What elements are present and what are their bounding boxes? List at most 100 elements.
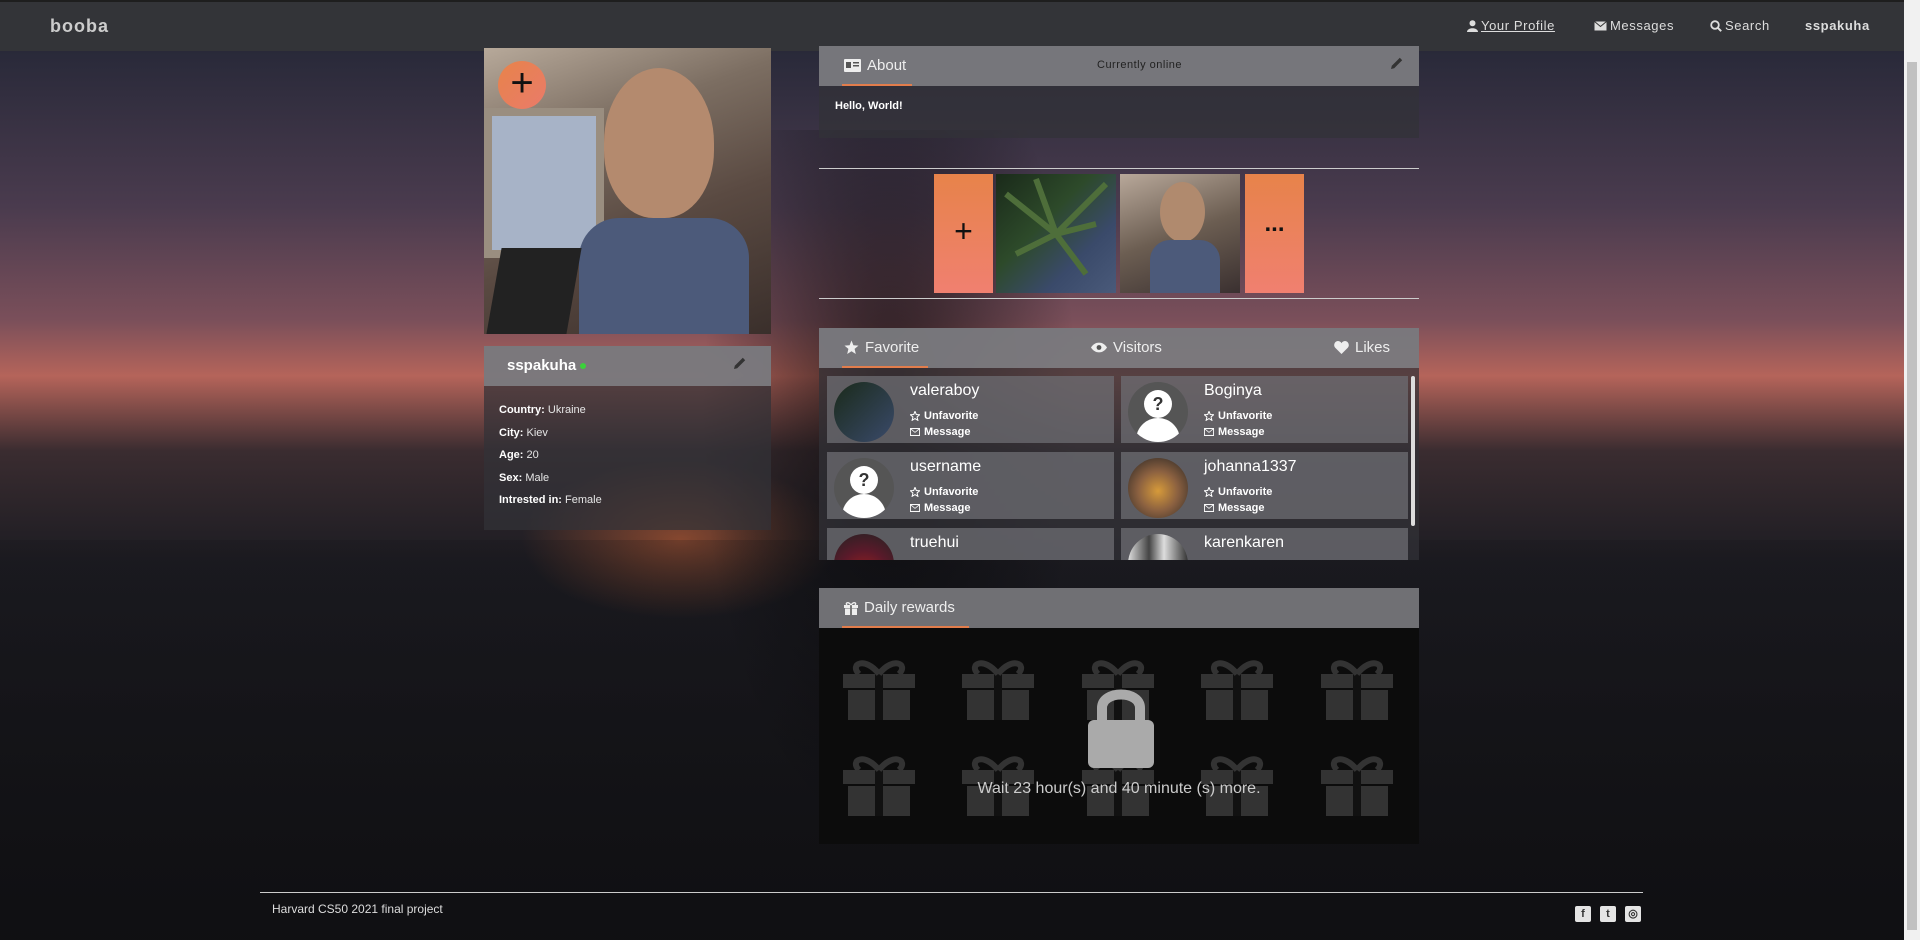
gift-icon xyxy=(1201,656,1273,720)
photo-face xyxy=(604,68,714,218)
lock-icon xyxy=(1086,684,1156,768)
envelope-icon xyxy=(1594,20,1607,30)
tab-likes[interactable]: Likes xyxy=(1334,339,1390,356)
profile-info-header: sspakuha xyxy=(484,346,771,386)
nav-search[interactable]: Search xyxy=(1710,18,1770,33)
about-tab-underline xyxy=(842,84,912,86)
favorite-tab-underline xyxy=(842,366,928,368)
page-scrollbar-thumb[interactable] xyxy=(1907,62,1917,930)
unfavorite-button[interactable]: Unfavorite xyxy=(1204,486,1272,498)
age-row: Age: 20 xyxy=(499,444,602,467)
star-outline-icon xyxy=(910,411,920,421)
search-icon xyxy=(1710,19,1722,32)
online-status: Currently online xyxy=(1097,59,1183,71)
avatar[interactable] xyxy=(834,382,894,442)
sex-label: Sex: xyxy=(499,471,523,484)
footer-text: Harvard CS50 2021 final project xyxy=(272,902,443,916)
list-item[interactable]: ? Boginya Unfavorite Message xyxy=(1121,376,1408,443)
avatar[interactable]: ? xyxy=(834,458,894,518)
gift-icon xyxy=(962,656,1034,720)
tab-visitors-label: Visitors xyxy=(1113,339,1162,356)
tab-visitors[interactable]: Visitors xyxy=(1091,339,1162,356)
list-item[interactable]: johanna1337 Unfavorite Message xyxy=(1121,452,1408,519)
edit-about-button[interactable] xyxy=(1390,56,1404,73)
list-item[interactable]: truehui xyxy=(827,528,1114,560)
envelope-icon xyxy=(1204,428,1214,436)
user-name[interactable]: truehui xyxy=(910,534,959,552)
gallery-more-button[interactable]: ... xyxy=(1245,174,1304,293)
list-item[interactable]: ? username Unfavorite Message xyxy=(827,452,1114,519)
favorites-card: Favorite Visitors Likes valeraboy Unfavo… xyxy=(819,328,1419,560)
profile-name-text: sspakuha xyxy=(507,357,577,374)
brand-logo[interactable]: booba xyxy=(50,16,109,37)
interest-label: Intrested in: xyxy=(499,494,562,506)
envelope-icon xyxy=(910,428,920,436)
message-label: Message xyxy=(924,426,971,438)
age-label: Age: xyxy=(499,449,524,461)
message-label: Message xyxy=(1218,426,1265,438)
message-label: Message xyxy=(924,502,971,514)
country-value: Ukraine xyxy=(547,404,586,416)
add-gallery-photo-button[interactable]: + xyxy=(934,174,993,293)
list-item[interactable]: karenkaren xyxy=(1121,528,1408,560)
tab-favorite[interactable]: Favorite xyxy=(844,339,919,356)
star-outline-icon xyxy=(1204,487,1214,497)
gallery-photo[interactable] xyxy=(1120,174,1240,293)
avatar[interactable] xyxy=(834,534,894,560)
gallery-divider-top xyxy=(819,168,1419,169)
gallery-face xyxy=(1160,182,1205,242)
message-button[interactable]: Message xyxy=(910,502,970,514)
edit-profile-button[interactable] xyxy=(733,356,747,373)
tab-about[interactable]: About xyxy=(844,57,906,74)
favorites-scrollbar[interactable] xyxy=(1411,376,1415,526)
nav-messages[interactable]: Messages xyxy=(1594,18,1674,33)
nav-your-profile[interactable]: Your Profile xyxy=(1467,18,1555,33)
user-name[interactable]: Boginya xyxy=(1204,382,1262,400)
user-name[interactable]: username xyxy=(910,458,981,476)
about-text: Hello, World! xyxy=(835,100,903,112)
message-button[interactable]: Message xyxy=(1204,502,1264,514)
tab-daily-rewards[interactable]: Daily rewards xyxy=(844,599,955,616)
page-scrollbar[interactable] xyxy=(1904,0,1920,940)
footer-divider xyxy=(260,892,1643,893)
interest-row: Intrested in: Female xyxy=(499,489,602,512)
profile-details: Country: Ukraine City: Kiev Age: 20 Sex:… xyxy=(499,399,602,512)
envelope-icon xyxy=(1204,504,1214,512)
unfavorite-button[interactable]: Unfavorite xyxy=(910,486,978,498)
unfavorite-label: Unfavorite xyxy=(1218,486,1273,498)
pencil-icon xyxy=(1391,57,1403,69)
message-button[interactable]: Message xyxy=(910,426,970,438)
profile-photo[interactable]: + xyxy=(484,48,771,334)
unfavorite-button[interactable]: Unfavorite xyxy=(1204,410,1272,422)
avatar[interactable] xyxy=(1128,458,1188,518)
message-button[interactable]: Message xyxy=(1204,426,1264,438)
star-icon xyxy=(844,340,859,354)
avatar[interactable]: ? xyxy=(1128,382,1188,442)
eye-icon xyxy=(1091,342,1107,353)
list-item[interactable]: valeraboy Unfavorite Message xyxy=(827,376,1114,443)
envelope-icon xyxy=(910,504,920,512)
user-name[interactable]: johanna1337 xyxy=(1204,458,1297,476)
daily-rewards-card: Daily rewards Wait 23 hour(s) and 40 min… xyxy=(819,588,1419,844)
gift-icon xyxy=(844,601,858,615)
photo-gun xyxy=(486,248,582,334)
age-value: 20 xyxy=(526,449,539,461)
gift-icon xyxy=(1321,656,1393,720)
about-card: About Currently online Hello, World! xyxy=(819,46,1419,138)
gallery-photo[interactable] xyxy=(996,174,1116,293)
instagram-icon[interactable]: ◎ xyxy=(1625,906,1641,922)
online-indicator xyxy=(580,363,587,370)
unfavorite-button[interactable]: Unfavorite xyxy=(910,410,978,422)
star-outline-icon xyxy=(1204,411,1214,421)
avatar[interactable] xyxy=(1128,534,1188,560)
palm-leaves-graphic xyxy=(1004,177,1109,276)
facebook-icon[interactable]: f xyxy=(1575,906,1591,922)
city-label: City: xyxy=(499,426,524,439)
nav-username[interactable]: sspakuha xyxy=(1805,18,1870,33)
add-profile-photo-button[interactable]: + xyxy=(498,61,546,109)
twitter-icon[interactable]: t xyxy=(1600,906,1616,922)
user-name[interactable]: valeraboy xyxy=(910,382,979,400)
user-name[interactable]: karenkaren xyxy=(1204,534,1284,552)
id-card-icon xyxy=(844,59,861,72)
unfavorite-label: Unfavorite xyxy=(924,486,979,498)
